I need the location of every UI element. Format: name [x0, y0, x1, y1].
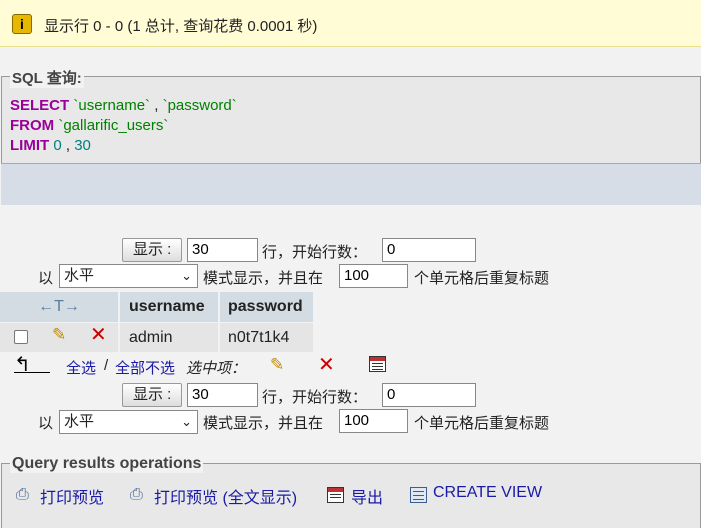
repeat-header-input-bottom[interactable]: 100 — [339, 409, 408, 433]
print-full-icon: ⎙ — [130, 486, 143, 503]
sql-line-select: SELECT `username` , `password` — [10, 97, 237, 114]
mode-label-top: 模式显示，并且在 — [203, 270, 324, 287]
show-button-bottom[interactable]: 显示 : — [122, 383, 183, 407]
repeat-label-top: 个单元格后重复标题 — [414, 270, 550, 287]
mode-prefix-top: 以 — [38, 270, 54, 287]
chevron-down-icon: ⌄ — [181, 414, 192, 429]
link-separator: / — [104, 357, 109, 374]
print-icon: ⎙ — [16, 486, 29, 503]
arrow-line — [14, 372, 50, 373]
print-preview-full-link[interactable]: 打印预览 (全文显示) — [154, 484, 297, 508]
arrow-up-icon: ↰ — [14, 354, 31, 376]
delete-icon[interactable]: ✕ — [90, 322, 107, 347]
start-row-input-bottom[interactable]: 0 — [382, 383, 476, 407]
column-header-username[interactable]: username — [120, 292, 218, 322]
info-icon: i — [12, 14, 32, 34]
mode-select-top[interactable]: 水平 ⌄ — [59, 264, 198, 288]
bulk-delete-icon[interactable]: ✕ — [318, 352, 335, 377]
export-link[interactable]: 导出 — [351, 484, 383, 508]
cell-username: admin — [120, 323, 218, 352]
rows-input-top[interactable]: 30 — [187, 238, 258, 262]
cell-password: n0t7t1k4 — [220, 323, 313, 352]
rows-label-bottom: 行，开始行数： — [262, 389, 368, 406]
mode-label-bottom: 模式显示，并且在 — [203, 415, 324, 432]
check-all-link[interactable]: 全选 — [66, 357, 96, 378]
uncheck-all-link[interactable]: 全部不选 — [115, 357, 175, 378]
show-button-top[interactable]: 显示 : — [122, 238, 183, 262]
repeat-header-input-top[interactable]: 100 — [339, 264, 408, 288]
sql-line-limit: LIMIT 0 , 30 — [10, 137, 91, 154]
repeat-label-bottom: 个单元格后重复标题 — [414, 415, 550, 432]
with-selected-label: 选中项： — [186, 360, 247, 377]
bulk-edit-icon[interactable]: ✎ — [270, 355, 284, 375]
sql-query-legend: SQL 查询: — [10, 67, 84, 88]
row-checkbox[interactable] — [14, 330, 28, 344]
print-preview-link[interactable]: 打印预览 — [40, 484, 104, 508]
query-notice: i 显示行 0 - 0 (1 总计, 查询花费 0.0001 秒) — [0, 0, 701, 47]
column-header-password[interactable]: password — [220, 292, 313, 322]
bulk-export-icon[interactable] — [369, 356, 386, 372]
chevron-down-icon: ⌄ — [181, 268, 192, 283]
sql-code[interactable]: SELECT `username` , `password` FROM `gal… — [10, 96, 237, 156]
start-row-input-top[interactable]: 0 — [382, 238, 476, 262]
create-view-icon — [410, 487, 427, 503]
edit-icon[interactable]: ✎ — [52, 325, 66, 345]
notice-message: 显示行 0 - 0 (1 总计, 查询花费 0.0001 秒) — [44, 18, 318, 35]
mode-select-bottom[interactable]: 水平 ⌄ — [59, 410, 198, 434]
rows-input-bottom[interactable]: 30 — [187, 383, 258, 407]
sql-query-footer — [1, 163, 701, 205]
mode-prefix-bottom: 以 — [38, 415, 54, 432]
create-view-link[interactable]: CREATE VIEW — [433, 484, 542, 502]
column-arrows-icon: ←T→ — [0, 292, 118, 322]
rows-label-top: 行，开始行数： — [262, 244, 368, 261]
export-icon — [327, 487, 344, 503]
sql-line-from: FROM `gallarific_users` — [10, 117, 169, 134]
operations-legend: Query results operations — [10, 455, 204, 473]
